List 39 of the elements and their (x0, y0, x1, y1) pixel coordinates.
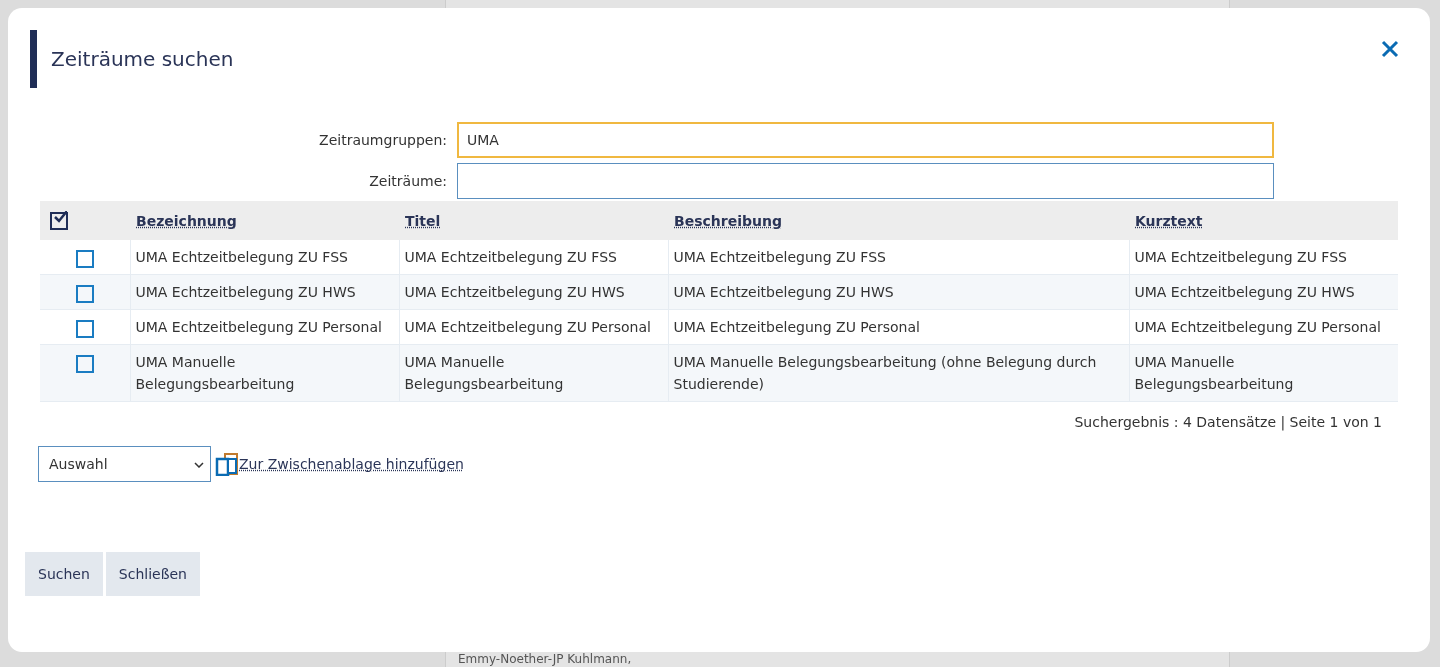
dialog-button[interactable]: Schließen (105, 552, 200, 596)
column-header[interactable]: Bezeichnung (136, 212, 237, 229)
table-cell: UMA Echtzeitbelegung ZU HWS (1134, 284, 1355, 300)
clipboard-link[interactable]: Zur Zwischenablage hinzufügen (239, 456, 464, 472)
background-text: Emmy-Noether-JP Kuhlmann, (458, 653, 632, 666)
table-cell: UMA Echtzeitbelegung ZU FSS (673, 249, 886, 265)
table-cell: UMA Echtzeitbelegung ZU Personal (404, 319, 651, 335)
input-field[interactable] (457, 163, 1274, 199)
action-dropdown[interactable]: Auswahl (38, 446, 211, 482)
table-cell: UMA Manuelle Belegungsbearbeitung (1134, 354, 1294, 392)
dialog-button[interactable]: Suchen (25, 552, 103, 596)
close-icon[interactable] (1381, 40, 1399, 58)
row-checkbox[interactable] (75, 320, 94, 338)
column-header[interactable]: Kurztext (1135, 212, 1203, 229)
clipboard-icon[interactable] (215, 452, 239, 476)
row-checkbox[interactable] (75, 250, 94, 268)
field-label: Zeitraumgruppen: (318, 132, 447, 148)
result-info: Suchergebnis : 4 Datensätze | Seite 1 von 1 (1073, 414, 1382, 430)
table-cell: UMA Manuelle Belegungsbearbeitung (404, 354, 564, 392)
column-header[interactable]: Titel (405, 212, 441, 229)
table-cell: UMA Echtzeitbelegung ZU HWS (404, 284, 625, 300)
input-field[interactable]: UMA (457, 122, 1274, 158)
row-checkbox[interactable] (75, 355, 94, 373)
table-cell: UMA Manuelle Belegungsbearbeitung (ohne Belegung durch Studierende) (673, 354, 1097, 392)
dialog-title: Zeiträume suchen (30, 30, 234, 88)
table-cell: UMA Echtzeitbelegung ZU Personal (1134, 319, 1381, 335)
table-cell: UMA Echtzeitbelegung ZU HWS (135, 284, 356, 300)
table-cell: UMA Echtzeitbelegung ZU Personal (135, 319, 382, 335)
table-cell: UMA Echtzeitbelegung ZU HWS (673, 284, 894, 300)
table-cell: UMA Echtzeitbelegung ZU FSS (135, 249, 348, 265)
table-cell: UMA Manuelle Belegungsbearbeitung (135, 354, 295, 392)
select-all-checkbox[interactable] (50, 211, 68, 230)
column-header[interactable]: Beschreibung (674, 212, 782, 229)
row-checkbox[interactable] (75, 285, 94, 303)
table-cell: UMA Echtzeitbelegung ZU Personal (673, 319, 920, 335)
chevron-down-icon (194, 462, 204, 468)
field-label: Zeiträume: (368, 173, 447, 189)
table-cell: UMA Echtzeitbelegung ZU FSS (404, 249, 617, 265)
table-cell: UMA Echtzeitbelegung ZU FSS (1134, 249, 1347, 265)
